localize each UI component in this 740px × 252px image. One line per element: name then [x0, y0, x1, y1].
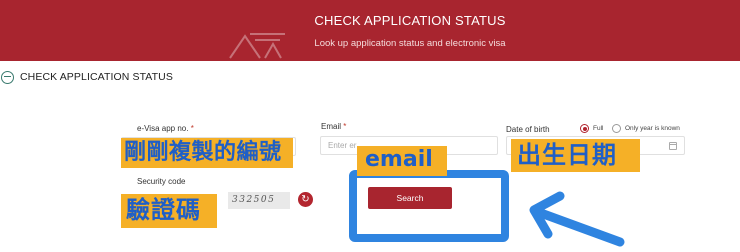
pointer-arrow-icon [529, 191, 625, 247]
dob-label: Date of birth [506, 125, 550, 134]
app-no-label: e-Visa app no. * [137, 124, 194, 133]
section-header[interactable]: CHECK APPLICATION STATUS [0, 69, 173, 85]
dob-year-label: Only year is known [625, 125, 680, 132]
email-placeholder: Enter er [328, 141, 357, 150]
banner-title: CHECK APPLICATION STATUS [314, 13, 506, 28]
section-title: CHECK APPLICATION STATUS [20, 71, 173, 83]
dob-full-label: Full [593, 125, 604, 132]
refresh-icon[interactable]: ↻ [298, 192, 313, 207]
required-mark: * [343, 122, 347, 131]
annotation-app-no: 剛剛複製的編號 [121, 138, 293, 168]
search-highlight-box [349, 170, 509, 242]
header-banner: CHECK APPLICATION STATUS Look up applica… [0, 0, 740, 61]
captcha-image: 332505 [228, 192, 290, 209]
app-no-label-text: e-Visa app no. [137, 124, 189, 133]
dob-full-radio[interactable] [580, 124, 589, 133]
calendar-icon[interactable] [669, 142, 677, 150]
collapse-icon[interactable] [1, 70, 14, 84]
banner-subtitle: Look up application status and electroni… [314, 38, 506, 49]
annotation-dob: 出生日期 [511, 139, 640, 172]
security-code-label: Security code [137, 177, 186, 186]
email-label-text: Email [321, 122, 342, 131]
email-label: Email * [321, 122, 346, 131]
annotation-email: email [357, 146, 447, 176]
required-mark: * [190, 124, 194, 133]
dob-year-radio[interactable] [612, 124, 621, 133]
annotation-security-code: 驗證碼 [121, 194, 217, 228]
